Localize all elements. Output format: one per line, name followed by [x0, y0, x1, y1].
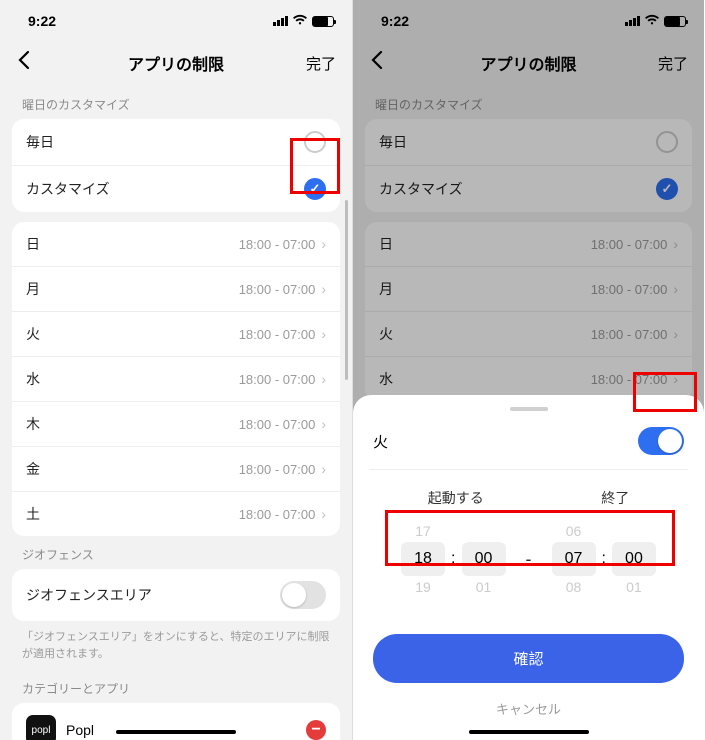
app-row-popl[interactable]: popl Popl − [12, 703, 340, 740]
chevron-right-icon: › [321, 461, 326, 477]
mode-card: 毎日 カスタマイズ [12, 119, 340, 212]
mode-custom-label: カスタマイズ [26, 179, 110, 199]
section-apps: カテゴリーとアプリ [0, 670, 352, 703]
days-card: 日18:00 - 07:00› 月18:00 - 07:00› 火18:00 -… [12, 222, 340, 536]
app-icon: popl [26, 715, 56, 740]
section-geofence: ジオフェンス [0, 536, 352, 569]
end-minute[interactable]: 00 [612, 542, 656, 576]
start-picker[interactable]: 171819 : 0001 [401, 520, 505, 598]
geofence-toggle[interactable] [280, 581, 326, 609]
mode-daily-label: 毎日 [26, 132, 54, 152]
home-indicator[interactable] [469, 730, 589, 734]
range-dash: - [520, 549, 538, 570]
mode-custom-row[interactable]: カスタマイズ [12, 166, 340, 212]
day-row-mon[interactable]: 月18:00 - 07:00› [12, 267, 340, 312]
day-row-tue[interactable]: 火18:00 - 07:00› [12, 312, 340, 357]
chevron-right-icon: › [321, 371, 326, 387]
cancel-button[interactable]: キャンセル [369, 693, 688, 724]
apps-card: popl Popl − アプリを追加 [12, 703, 340, 740]
done-button[interactable]: 完了 [306, 53, 336, 74]
start-label: 起動する [428, 488, 484, 508]
day-row-sat[interactable]: 土18:00 - 07:00› [12, 492, 340, 536]
start-hour[interactable]: 18 [401, 542, 445, 576]
end-picker[interactable]: 060708 : 0001 [552, 520, 656, 598]
geofence-row[interactable]: ジオフェンスエリア [12, 569, 340, 621]
section-day-customize: 曜日のカスタマイズ [0, 86, 352, 119]
scrollbar[interactable] [345, 200, 348, 380]
wifi-icon [292, 13, 308, 29]
status-time: 9:22 [28, 13, 56, 29]
chevron-right-icon: › [321, 326, 326, 342]
sheet-grabber[interactable] [510, 407, 548, 411]
day-row-fri[interactable]: 金18:00 - 07:00› [12, 447, 340, 492]
page-title: アプリの制限 [0, 51, 352, 75]
geofence-label: ジオフェンスエリア [26, 585, 152, 605]
end-hour[interactable]: 07 [552, 542, 596, 576]
radio-checked-icon[interactable] [304, 178, 326, 200]
signal-icon [273, 16, 288, 26]
chevron-right-icon: › [321, 281, 326, 297]
battery-icon [312, 16, 334, 27]
sheet-day-label: 火 [373, 431, 388, 452]
geofence-card: ジオフェンスエリア [12, 569, 340, 621]
day-enable-toggle[interactable] [638, 427, 684, 455]
status-bar: 9:22 [0, 0, 352, 34]
remove-icon[interactable]: − [306, 720, 326, 740]
start-minute[interactable]: 00 [462, 542, 506, 576]
radio-unchecked-icon[interactable] [304, 131, 326, 153]
back-button[interactable] [16, 50, 30, 76]
day-row-sun[interactable]: 日18:00 - 07:00› [12, 222, 340, 267]
mode-daily-row[interactable]: 毎日 [12, 119, 340, 166]
end-label: 終了 [601, 488, 629, 508]
chevron-right-icon: › [321, 236, 326, 252]
chevron-right-icon: › [321, 416, 326, 432]
confirm-button[interactable]: 確認 [373, 634, 684, 683]
home-indicator[interactable] [116, 730, 236, 734]
day-row-wed[interactable]: 水18:00 - 07:00› [12, 357, 340, 402]
day-row-thu[interactable]: 木18:00 - 07:00› [12, 402, 340, 447]
time-pickers: 171819 : 0001 - 060708 : 0001 [369, 514, 688, 608]
time-picker-sheet: 火 起動する 終了 171819 : 0001 - 060708 : 0001 … [353, 395, 704, 740]
chevron-right-icon: › [321, 506, 326, 522]
geofence-help: 「ジオフェンスエリア」をオンにすると、特定のエリアに制限が適用されます。 [0, 621, 352, 670]
navbar: アプリの制限 完了 [0, 34, 352, 86]
